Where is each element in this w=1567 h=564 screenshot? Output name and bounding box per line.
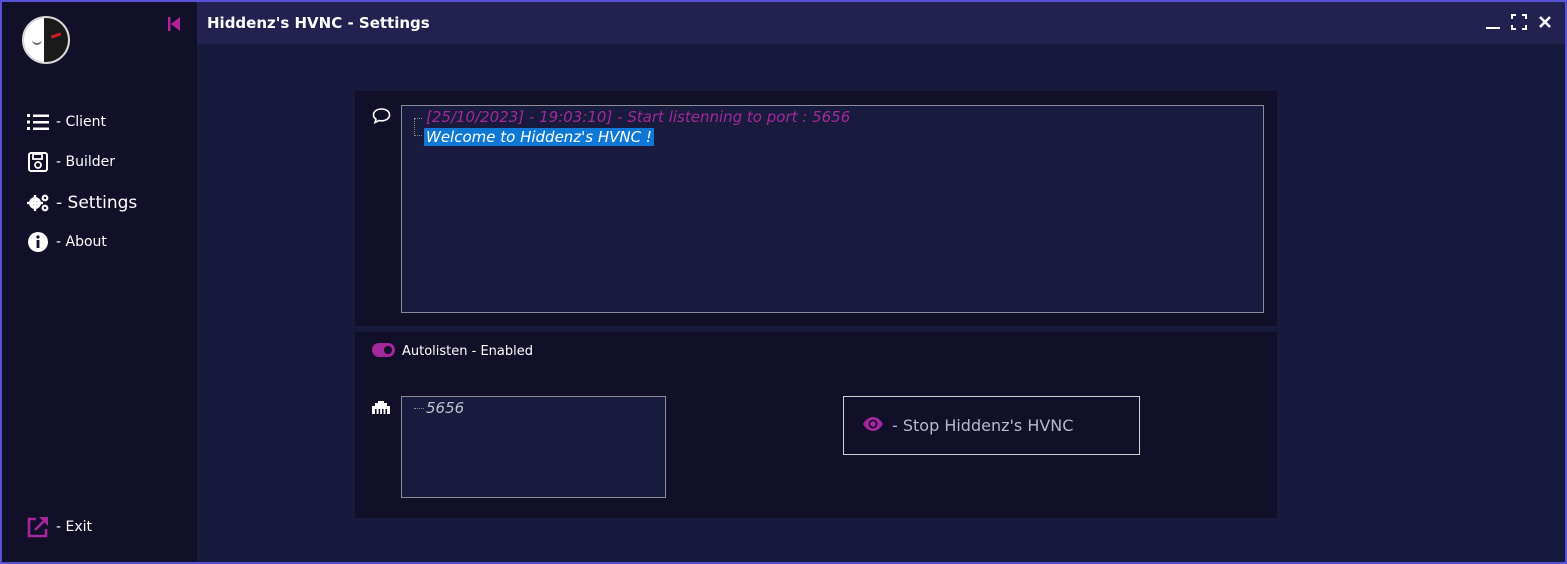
- close-icon[interactable]: [1537, 14, 1553, 30]
- window-title: Hiddenz's HVNC - Settings: [207, 14, 430, 32]
- sidebar-item-label: - Builder: [56, 154, 116, 170]
- minimize-icon[interactable]: [1485, 14, 1501, 30]
- info-circle-icon: [26, 231, 50, 253]
- log-panel: [25/10/2023] - 19:03:10] - Start listenn…: [355, 91, 1277, 326]
- settings-panel: Autolisten - Enabled 5656 - Stop Hiddenz…: [355, 332, 1277, 518]
- list-icon: [26, 111, 50, 133]
- log-entry-selected[interactable]: Welcome to Hiddenz's HVNC !: [424, 128, 654, 146]
- sidebar-item-client[interactable]: - Client: [26, 111, 106, 133]
- sidebar-item-builder[interactable]: - Builder: [26, 151, 115, 173]
- external-link-icon: [26, 516, 50, 538]
- app-window: - Client - Builder - Settings - About - …: [0, 0, 1567, 564]
- sidebar-item-label: - Settings: [56, 193, 138, 213]
- port-list[interactable]: 5656: [401, 396, 666, 498]
- autolisten-toggle[interactable]: [372, 343, 395, 357]
- sidebar-item-label: - Client: [56, 114, 107, 130]
- app-logo: [22, 16, 70, 64]
- autolisten-label: Autolisten - Enabled: [402, 344, 534, 359]
- eye-icon: [862, 416, 884, 436]
- exit-button[interactable]: - Exit: [26, 516, 92, 538]
- sidebar-item-settings[interactable]: - Settings: [26, 192, 137, 214]
- collapse-left-icon[interactable]: [167, 16, 181, 32]
- sidebar-item-about[interactable]: - About: [26, 231, 107, 253]
- log-entry[interactable]: [25/10/2023] - 19:03:10] - Start listenn…: [426, 108, 850, 126]
- gears-icon: [26, 192, 50, 214]
- title-bar: Hiddenz's HVNC - Settings: [197, 2, 1565, 44]
- stop-hvnc-button[interactable]: - Stop Hiddenz's HVNC: [843, 396, 1140, 455]
- sidebar: - Client - Builder - Settings - About - …: [2, 2, 197, 562]
- sidebar-item-label: - About: [56, 234, 107, 250]
- log-tree[interactable]: [25/10/2023] - 19:03:10] - Start listenn…: [401, 105, 1264, 313]
- network-port-icon: [371, 400, 391, 420]
- exit-label: - Exit: [56, 519, 93, 535]
- chat-bubble-icon: [372, 107, 391, 128]
- port-value[interactable]: 5656: [426, 399, 464, 417]
- maximize-icon[interactable]: [1511, 14, 1527, 30]
- floppy-disk-icon: [26, 151, 50, 173]
- stop-hvnc-label: - Stop Hiddenz's HVNC: [892, 416, 1074, 435]
